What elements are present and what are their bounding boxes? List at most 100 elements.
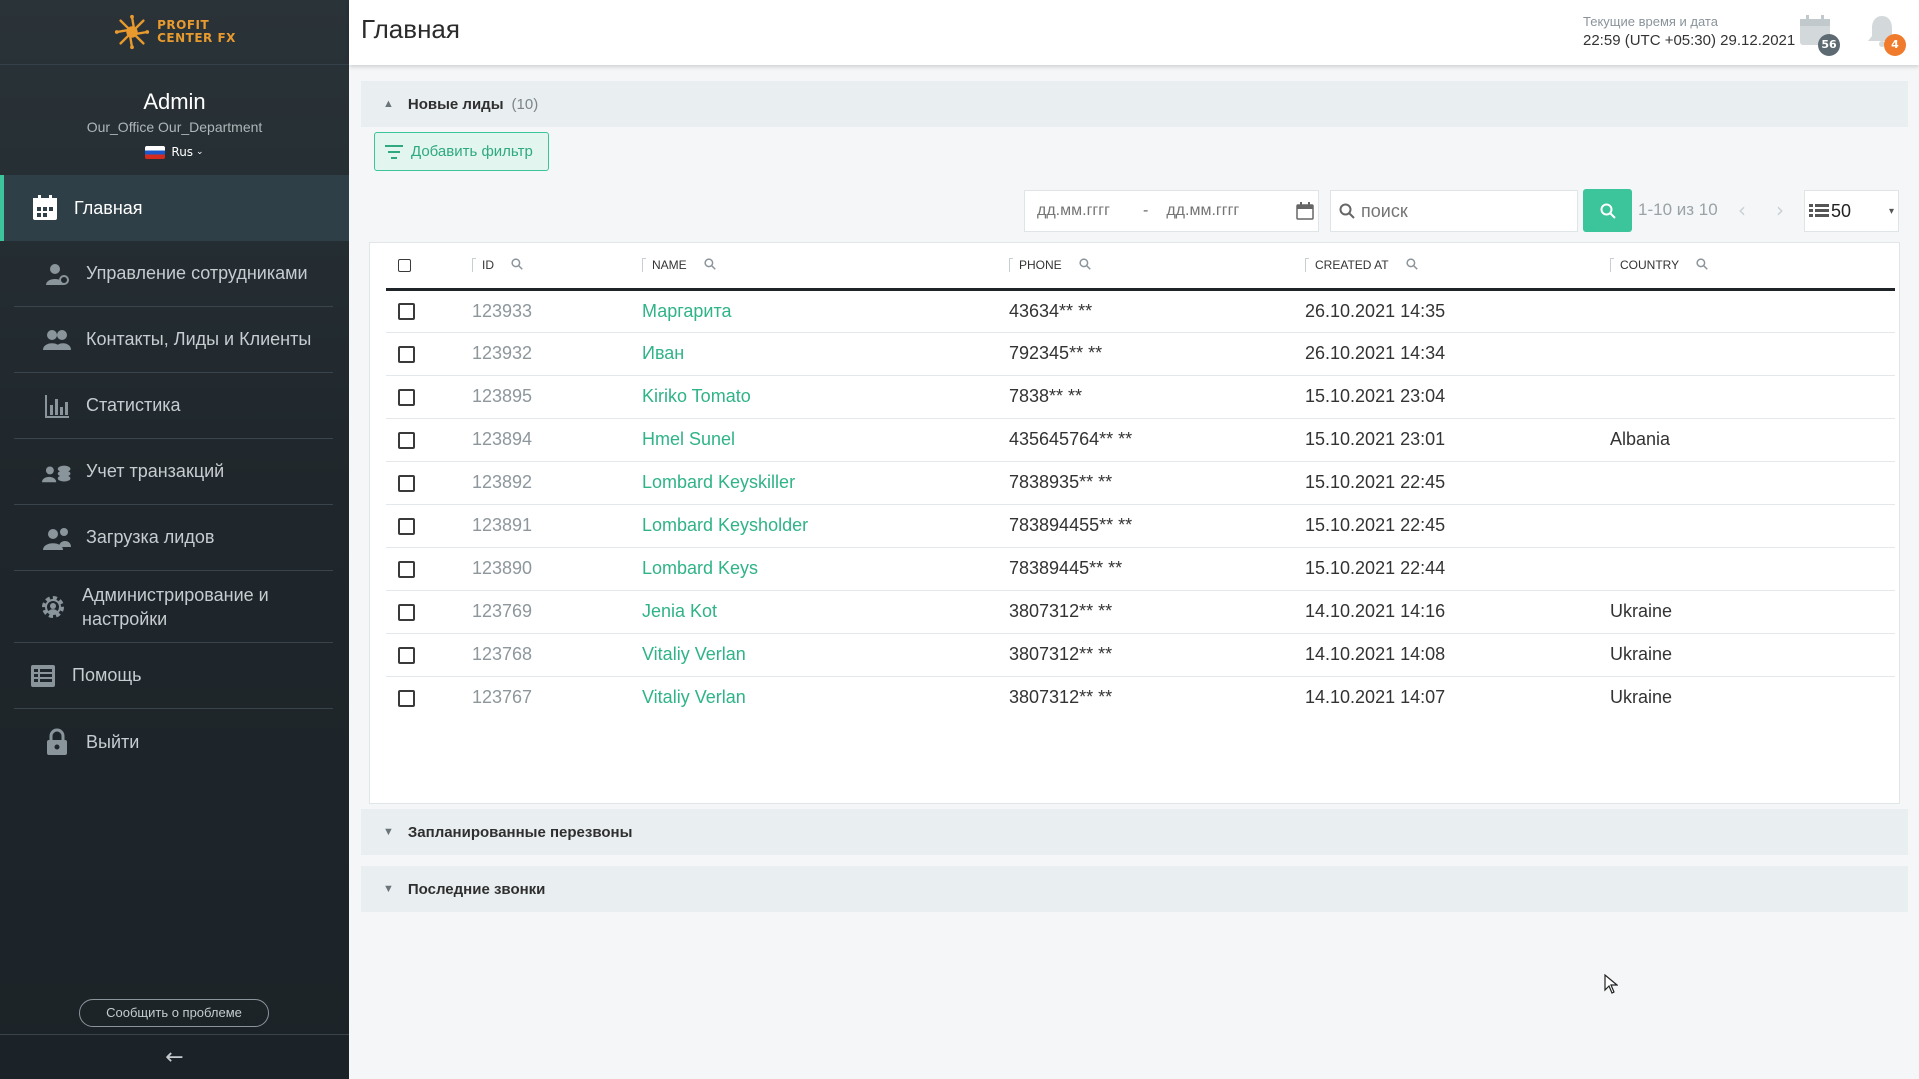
table-row[interactable]: 123892 Lombard Keyskiller 7838935** ** 15.1…	[386, 461, 1895, 505]
row-checkbox[interactable]	[398, 690, 415, 707]
cell-created-at: 14.10.2021 14:07	[1305, 687, 1446, 708]
user-name: Admin	[143, 89, 206, 114]
sidebar-item-home[interactable]: Главная	[0, 175, 349, 241]
cell-name[interactable]: Jenia Kot	[642, 590, 1009, 634]
row-checkbox-cell	[386, 289, 472, 333]
cell-name[interactable]: Hmel Sunel	[642, 418, 1009, 462]
recent-calls-panel-header[interactable]: ▼ Последние звонки	[361, 866, 1908, 912]
new-leads-panel-header[interactable]: ▲ Новые лиды (10)	[361, 81, 1908, 127]
add-filter-label: Добавить фильтр	[411, 143, 533, 160]
search-button[interactable]	[1583, 189, 1632, 232]
cell-name[interactable]: Маргарита	[642, 289, 1009, 333]
cell-created-at: 15.10.2021 22:44	[1305, 547, 1610, 591]
column-search-icon[interactable]	[511, 258, 524, 273]
table-row[interactable]: 123891 Lombard Keysholder 783894455** ** 15…	[386, 504, 1895, 548]
column-header-name[interactable]: NAME	[642, 243, 1009, 291]
cell-country: Ukraine	[1610, 590, 1895, 634]
sort-icon[interactable]	[642, 258, 646, 273]
user-upload-icon	[42, 523, 72, 553]
date-from-input[interactable]	[1037, 202, 1137, 220]
row-checkbox[interactable]	[398, 603, 415, 621]
search-input[interactable]	[1361, 200, 1561, 222]
caret-down-icon: ▾	[1889, 205, 1895, 217]
cell-created-at: 14.10.2021 14:16	[1305, 590, 1610, 634]
table-row[interactable]: 123932 Иван 792345** ** 26.10.2021 14:34	[386, 332, 1895, 376]
cell-phone: 7838935** **	[1009, 461, 1305, 505]
table-row[interactable]: 123769 Jenia Kot 3807312** ** 14.10.2021 14…	[386, 590, 1895, 634]
column-search-icon[interactable]	[1696, 258, 1709, 273]
cell-id: 123768	[472, 633, 642, 677]
table-row[interactable]: 123768 Vitaliy Verlan 3807312** ** 14.10.20…	[386, 633, 1895, 677]
sort-icon[interactable]	[1009, 258, 1013, 273]
search-field	[1330, 190, 1578, 232]
sort-icon[interactable]	[1305, 258, 1309, 273]
table-row[interactable]: 123894 Hmel Sunel 435645764** ** 15.10.2021…	[386, 418, 1895, 462]
cell-id: 123769	[472, 590, 642, 634]
row-checkbox[interactable]	[398, 388, 415, 406]
row-checkbox[interactable]	[398, 345, 415, 363]
sort-icon[interactable]	[1610, 258, 1614, 273]
calendar-small-icon[interactable]	[1296, 202, 1315, 220]
column-header-country[interactable]: COUNTRY	[1610, 243, 1895, 291]
sidebar-item-label: Администрирование и настройки	[82, 584, 269, 629]
russian-flag-icon	[145, 145, 166, 159]
table-row[interactable]: 123933 Маргарита 43634** ** 26.10.2021 14:3…	[386, 289, 1895, 333]
report-problem-button[interactable]: Сообщить о проблеме	[79, 999, 269, 1027]
caret-down-icon: ▼	[383, 826, 394, 838]
cell-name[interactable]: Kiriko Tomato	[642, 375, 1009, 419]
cell-country	[1610, 375, 1895, 419]
table-header-row: ID NAME PHONE CREATED AT COUNTRY	[386, 243, 1895, 291]
mouse-cursor-icon	[1604, 974, 1618, 994]
select-all-checkbox[interactable]	[398, 259, 411, 273]
sidebar-item-logout[interactable]: Выйти	[14, 709, 333, 775]
sidebar-item-lead-upload[interactable]: Загрузка лидов	[14, 505, 333, 571]
prev-page-button[interactable]: ‹	[1738, 198, 1746, 222]
sidebar-item-staff[interactable]: Управление сотрудниками	[14, 241, 333, 307]
cell-name[interactable]: Иван	[642, 332, 1009, 376]
add-filter-button[interactable]: Добавить фильтр	[374, 132, 549, 171]
row-checkbox[interactable]	[398, 303, 415, 321]
cell-phone: 43634** **	[1009, 289, 1305, 333]
sidebar-item-help[interactable]: Помощь	[14, 643, 333, 709]
row-checkbox[interactable]	[398, 431, 415, 449]
cell-created-at: 15.10.2021 22:45	[1305, 504, 1610, 548]
row-checkbox[interactable]	[398, 474, 415, 492]
sort-icon[interactable]	[472, 258, 476, 273]
row-checkbox[interactable]	[398, 646, 415, 664]
column-search-icon[interactable]	[704, 258, 716, 273]
language-selector[interactable]: Rus ⌄	[145, 145, 204, 159]
cell-name[interactable]: Vitaliy Verlan	[642, 633, 1009, 677]
table-row[interactable]: 123890 Lombard Keys 78389445** ** 15.10.202…	[386, 547, 1895, 591]
row-checkbox[interactable]	[398, 517, 415, 535]
column-header-id[interactable]: ID	[472, 243, 642, 291]
logo-icon	[114, 14, 150, 50]
notifications-button[interactable]: 4	[1866, 14, 1906, 56]
sidebar-item-transactions[interactable]: Учет транзакций	[14, 439, 333, 505]
column-header-phone[interactable]: PHONE	[1009, 243, 1305, 291]
row-checkbox[interactable]	[398, 560, 415, 578]
cell-country: Ukraine	[1610, 687, 1673, 708]
column-header-created-at[interactable]: CREATED AT	[1305, 243, 1610, 291]
cell-name[interactable]: Lombard Keys	[642, 547, 1009, 591]
scheduled-callbacks-panel-header[interactable]: ▼ Запланированные перезвоны	[361, 809, 1908, 855]
sidebar-item-contacts[interactable]: Контакты, Лиды и Клиенты	[14, 307, 333, 373]
search-icon	[1339, 203, 1355, 219]
table-row[interactable]: 123767 Vitaliy Verlan 3807312** ** 14.10.20…	[386, 676, 1895, 719]
sidebar-item-admin[interactable]: Администрирование и настройки	[14, 571, 333, 643]
column-search-icon[interactable]	[1406, 258, 1418, 273]
cell-name[interactable]: Lombard Keyskiller	[642, 461, 1009, 505]
cell-created-at: 15.10.2021 23:01	[1305, 418, 1610, 462]
cell-name[interactable]: Lombard Keysholder	[642, 504, 1009, 548]
date-range-picker: -	[1024, 190, 1319, 232]
cell-name[interactable]: Vitaliy Verlan	[642, 676, 1009, 719]
per-page-select[interactable]: 50 ▾	[1804, 190, 1899, 232]
collapse-sidebar-button[interactable]: ←	[0, 1034, 349, 1079]
next-page-button[interactable]: ›	[1776, 198, 1784, 222]
row-checkbox-cell	[386, 461, 472, 505]
table-row[interactable]: 123895 Kiriko Tomato 7838** ** 15.10.2021 2…	[386, 375, 1895, 419]
calendar-button[interactable]: 56	[1799, 14, 1840, 56]
logo[interactable]: PROFIT CENTER FX	[0, 0, 349, 65]
date-to-input[interactable]	[1166, 202, 1267, 220]
column-search-icon[interactable]	[1079, 258, 1091, 273]
sidebar-item-statistics[interactable]: Статистика	[14, 373, 333, 439]
